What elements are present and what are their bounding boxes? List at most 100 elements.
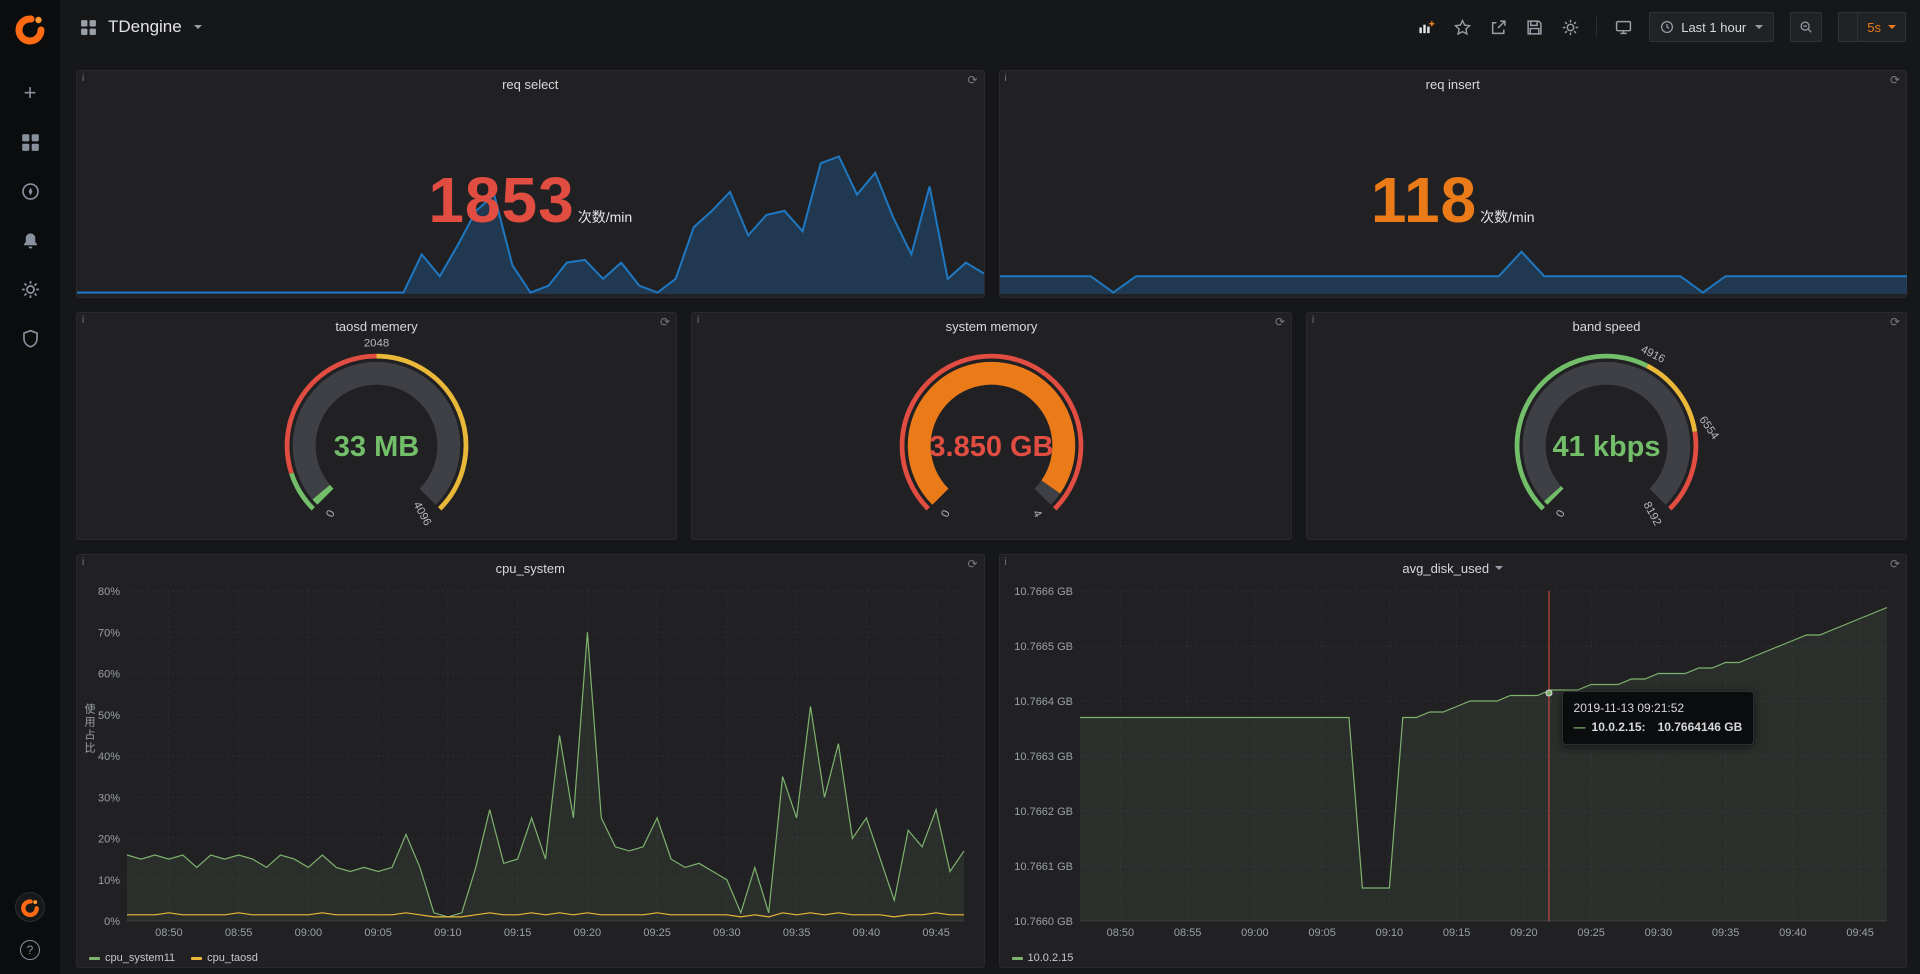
dashboard-row-2: i taosd memery ⟳ 020484096 33 MB i syste… — [76, 312, 1907, 540]
save-button[interactable] — [1524, 17, 1544, 37]
grafana-logo[interactable] — [0, 0, 60, 56]
clock-icon — [1660, 20, 1674, 34]
panel-refresh-icon: ⟳ — [1275, 315, 1285, 329]
svg-text:09:20: 09:20 — [574, 927, 602, 939]
zoom-out-time-button[interactable] — [1790, 12, 1822, 42]
settings-button[interactable] — [1560, 17, 1580, 37]
svg-text:09:35: 09:35 — [1711, 927, 1739, 939]
svg-text:09:10: 09:10 — [434, 927, 462, 939]
gauge-chart[interactable]: 0491665548192 — [1307, 339, 1906, 535]
sidebar-item-create[interactable]: + — [19, 82, 41, 104]
tooltip-series-name: 10.0.2.15: — [1592, 718, 1646, 737]
legend-item[interactable]: cpu_system11 — [89, 952, 175, 964]
svg-text:09:15: 09:15 — [504, 927, 532, 939]
tooltip-series-swatch: — — [1574, 718, 1586, 737]
svg-text:20%: 20% — [98, 834, 120, 846]
svg-text:09:25: 09:25 — [643, 927, 671, 939]
sidebar-item-dashboards[interactable] — [19, 131, 41, 153]
panel-info-icon[interactable]: i — [1005, 73, 1007, 84]
legend-item[interactable]: 10.0.2.15 — [1012, 952, 1074, 964]
refresh-picker: 5s — [1838, 12, 1906, 42]
grid-icon — [21, 133, 40, 152]
timeseries-chart[interactable]: 10.7660 GB10.7661 GB10.7662 GB10.7663 GB… — [1008, 583, 1897, 943]
svg-text:10.7662 GB: 10.7662 GB — [1014, 806, 1073, 818]
sidebar-item-server-admin[interactable] — [19, 327, 41, 349]
svg-text:09:40: 09:40 — [1779, 927, 1807, 939]
sidebar-item-explore[interactable] — [19, 180, 41, 202]
svg-text:8192: 8192 — [1641, 500, 1664, 528]
refresh-button[interactable] — [1839, 13, 1857, 41]
panel-title[interactable]: system memory — [692, 313, 1291, 339]
panel-info-icon[interactable]: i — [82, 73, 84, 84]
panel-taosd-memory: i taosd memery ⟳ 020484096 33 MB — [76, 312, 677, 540]
svg-text:09:40: 09:40 — [853, 927, 881, 939]
sidebar-item-configuration[interactable] — [19, 278, 41, 300]
help-icon[interactable]: ? — [20, 940, 40, 960]
gauge-chart[interactable]: 04 — [692, 339, 1291, 535]
svg-text:10%: 10% — [98, 875, 120, 887]
svg-text:08:50: 08:50 — [1106, 927, 1134, 939]
svg-text:10.7660 GB: 10.7660 GB — [1014, 916, 1073, 928]
svg-text:6554: 6554 — [1696, 414, 1721, 442]
gauge-chart[interactable]: 020484096 — [77, 339, 676, 535]
svg-text:09:20: 09:20 — [1510, 927, 1538, 939]
panel-info-icon[interactable]: i — [1005, 557, 1007, 568]
compass-icon — [21, 182, 40, 201]
time-range-picker[interactable]: Last 1 hour — [1649, 12, 1774, 42]
refresh-interval-dropdown[interactable]: 5s — [1857, 13, 1905, 41]
cycle-view-button[interactable] — [1613, 17, 1633, 37]
panel-info-icon[interactable]: i — [1312, 315, 1314, 326]
dashboard-grid-icon[interactable] — [78, 17, 98, 37]
svg-text:09:45: 09:45 — [1846, 927, 1874, 939]
svg-text:40%: 40% — [98, 751, 120, 763]
panel-menu-caret-icon[interactable] — [1495, 566, 1503, 570]
panel-band-speed: i band speed ⟳ 0491665548192 41 kbps — [1306, 312, 1907, 540]
panel-title[interactable]: avg_disk_used — [1000, 555, 1907, 581]
legend-swatch — [191, 957, 202, 960]
chevron-down-icon[interactable] — [194, 25, 202, 29]
svg-text:50%: 50% — [98, 710, 120, 722]
sparkline-chart[interactable] — [77, 154, 984, 294]
svg-text:08:55: 08:55 — [225, 927, 253, 939]
svg-text:0: 0 — [1554, 508, 1568, 519]
panel-req-insert: i req insert ⟳ 118 次数/min — [999, 70, 1908, 298]
panel-refresh-icon: ⟳ — [1890, 315, 1900, 329]
panel-title[interactable]: req insert — [1000, 71, 1907, 97]
panel-info-icon[interactable]: i — [82, 315, 84, 326]
navbar-right: Last 1 hour 5s — [1416, 12, 1906, 42]
svg-text:09:30: 09:30 — [1644, 927, 1672, 939]
panel-info-icon[interactable]: i — [697, 315, 699, 326]
navbar-left: TDengine — [78, 17, 202, 37]
svg-text:60%: 60% — [98, 669, 120, 681]
dashboard-row-3: i cpu_system ⟳ 使用占比 0%10%20%30%40%50%60%… — [76, 554, 1907, 968]
legend-item[interactable]: cpu_taosd — [191, 952, 258, 964]
bell-icon — [21, 231, 40, 250]
legend-swatch — [1012, 957, 1023, 960]
gear-icon — [21, 280, 40, 299]
panel-system-memory: i system memory ⟳ 04 3.850 GB — [691, 312, 1292, 540]
add-panel-button[interactable] — [1416, 17, 1436, 37]
sidebar-item-alerting[interactable] — [19, 229, 41, 251]
y-axis-label: 使用占比 — [81, 703, 97, 755]
panel-title[interactable]: taosd memery — [77, 313, 676, 339]
panel-title[interactable]: cpu_system — [77, 555, 984, 581]
share-button[interactable] — [1488, 17, 1508, 37]
svg-text:10.7663 GB: 10.7663 GB — [1014, 751, 1073, 763]
panel-avg-disk-used: i avg_disk_used ⟳ 10.7660 GB10.7661 GB10… — [999, 554, 1908, 968]
plus-icon: + — [24, 82, 37, 104]
svg-text:09:10: 09:10 — [1375, 927, 1403, 939]
dashboard-title[interactable]: TDengine — [108, 17, 182, 37]
refresh-interval-label: 5s — [1867, 20, 1881, 35]
star-button[interactable] — [1452, 17, 1472, 37]
panel-title[interactable]: band speed — [1307, 313, 1906, 339]
sparkline-chart[interactable] — [1000, 154, 1907, 294]
timeseries-chart[interactable]: 0%10%20%30%40%50%60%70%80%08:5008:5509:0… — [85, 583, 974, 943]
magnifier-icon — [1799, 20, 1813, 34]
chart-legend: 10.0.2.15 — [1012, 952, 1074, 964]
sidebar-nav: + — [19, 82, 41, 349]
dashboard-row-1: i req select ⟳ 1853 次数/min i req insert … — [76, 70, 1907, 298]
svg-text:0: 0 — [939, 508, 953, 519]
user-avatar[interactable] — [15, 892, 45, 922]
panel-title[interactable]: req select — [77, 71, 984, 97]
panel-info-icon[interactable]: i — [82, 557, 84, 568]
